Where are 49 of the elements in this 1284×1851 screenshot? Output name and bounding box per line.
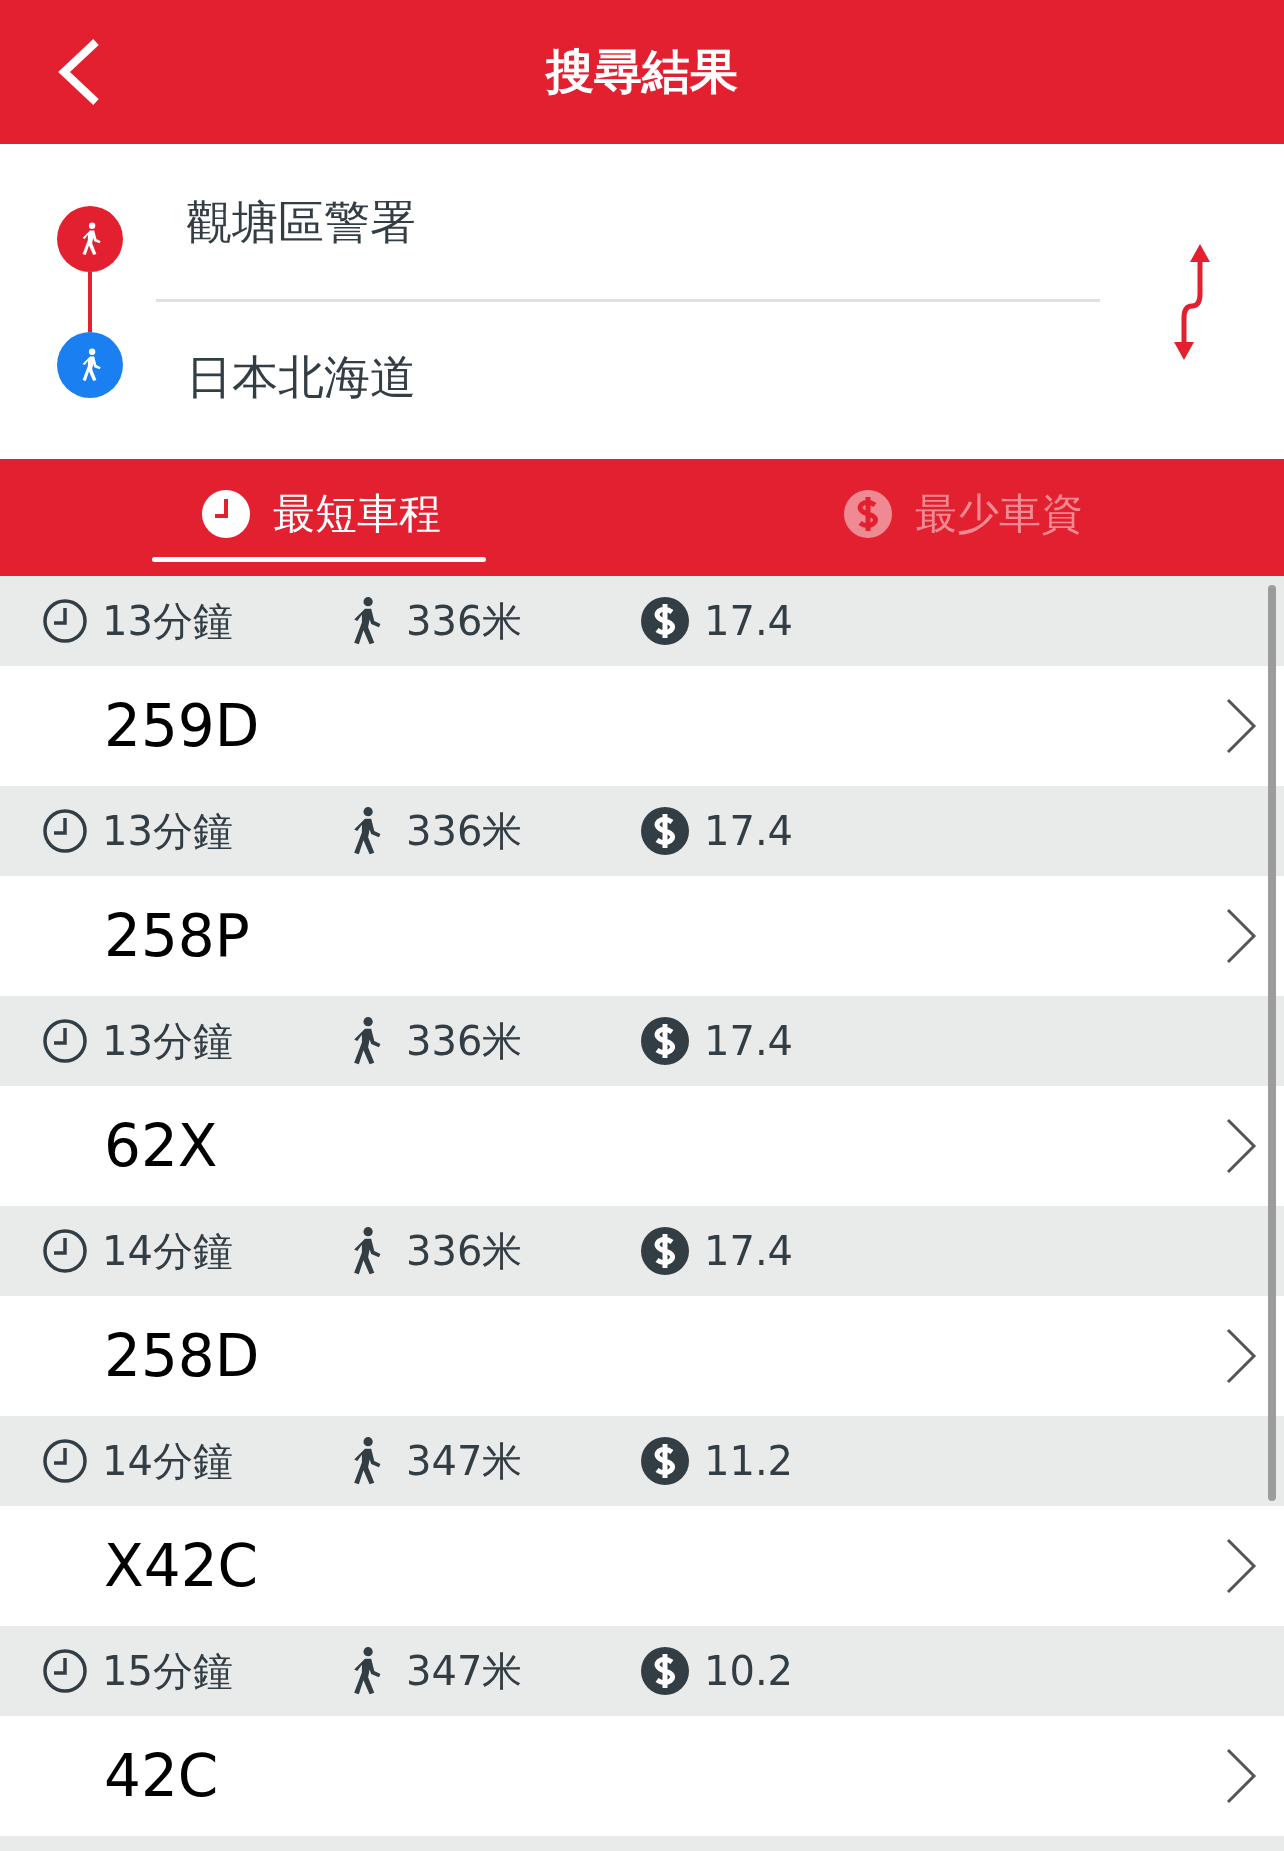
route-row[interactable]: 259D	[0, 666, 1284, 786]
dollar-icon	[843, 488, 893, 539]
chevron-icon	[1224, 907, 1258, 965]
dollar-icon	[640, 1016, 690, 1066]
fare-text: 17.4	[704, 1018, 794, 1064]
tab[interactable]: 最短車程	[0, 459, 642, 576]
chevron-icon	[1224, 1327, 1258, 1385]
chevron-icon	[1224, 1117, 1258, 1175]
duration-text: 15分鐘	[102, 1646, 233, 1696]
route-row[interactable]: 62X	[0, 1086, 1284, 1206]
clock-icon	[201, 488, 251, 539]
dollar-icon	[640, 1226, 690, 1276]
fare-text: 17.4	[704, 808, 794, 854]
route-row[interactable]: 258P	[0, 876, 1284, 996]
duration-text: 14分鐘	[102, 1226, 233, 1276]
fare-text: 11.2	[704, 1438, 794, 1484]
dollar-icon	[640, 1436, 690, 1486]
walk-distance: 336米	[406, 806, 523, 856]
chevron-icon	[1224, 1747, 1258, 1805]
chevron-icon	[1224, 697, 1258, 755]
duration-text: 14分鐘	[102, 1436, 233, 1486]
clock-icon	[42, 808, 88, 854]
fare-text: 17.4	[704, 1228, 794, 1274]
walk-distance: 336米	[406, 1226, 523, 1276]
walk-distance: 347米	[406, 1436, 523, 1486]
clock-icon	[42, 598, 88, 644]
dollar-icon	[640, 596, 690, 646]
scrollbar[interactable]	[1268, 585, 1276, 1501]
dollar-icon	[640, 1646, 690, 1696]
clock-icon	[42, 1018, 88, 1064]
route-row[interactable]: 42C	[0, 1716, 1284, 1836]
route-row[interactable]: 258D	[0, 1296, 1284, 1416]
dollar-icon	[640, 806, 690, 856]
chevron-icon	[1224, 1537, 1258, 1595]
clock-icon	[42, 1228, 88, 1274]
page-title: 搜尋結果	[546, 42, 738, 101]
route-row[interactable]: X42C	[0, 1506, 1284, 1626]
origin-field[interactable]: 觀塘區警署	[156, 144, 1100, 302]
duration-text: 13分鐘	[102, 1016, 233, 1066]
fare-text: 17.4	[704, 598, 794, 644]
duration-text: 13分鐘	[102, 806, 233, 856]
fare-text: 10.2	[704, 1648, 794, 1694]
duration-text: 13分鐘	[102, 596, 233, 646]
destination-field[interactable]: 日本北海道	[156, 302, 1100, 459]
walk-distance: 336米	[406, 596, 523, 646]
clock-icon	[42, 1438, 88, 1484]
walk-distance: 347米	[406, 1646, 523, 1696]
walk-distance: 336米	[406, 1016, 523, 1066]
clock-icon	[42, 1648, 88, 1694]
